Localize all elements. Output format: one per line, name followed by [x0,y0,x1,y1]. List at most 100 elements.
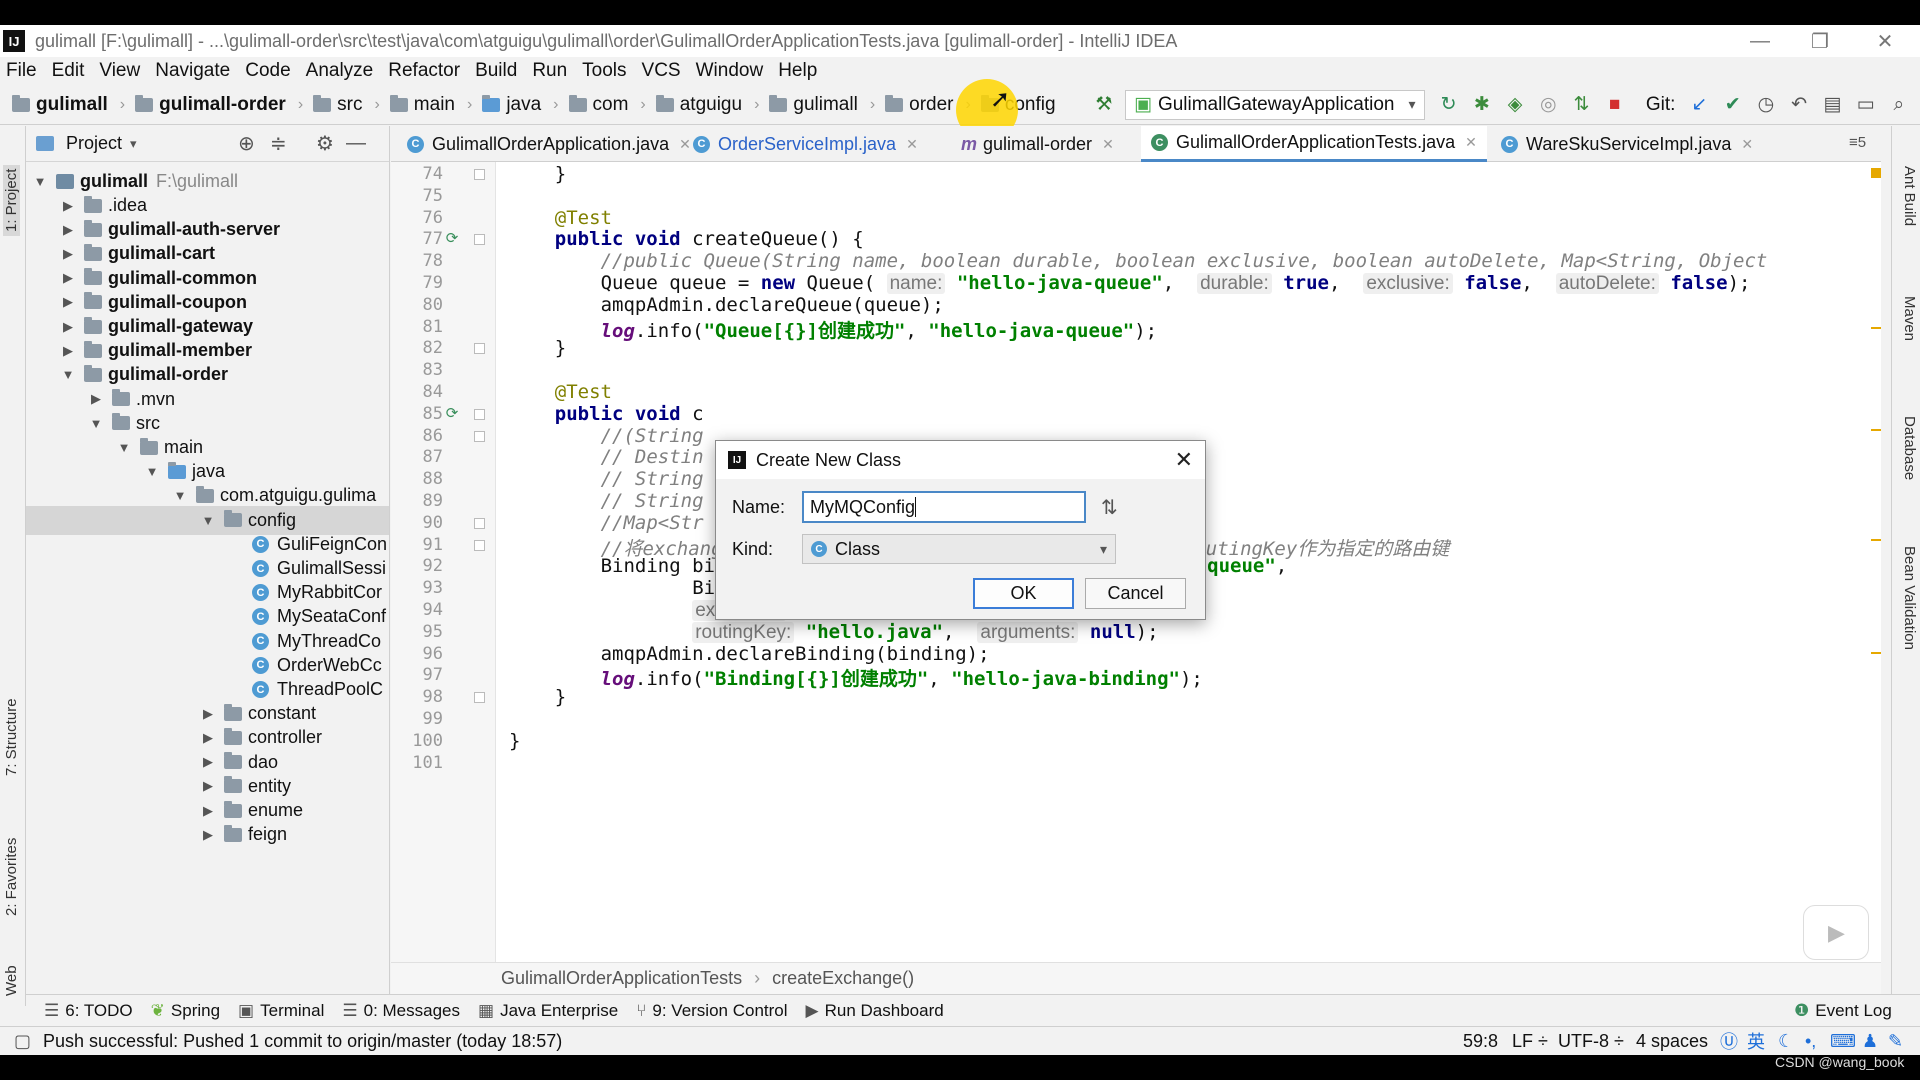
toolwin-terminal[interactable]: ▣ Terminal [238,1001,324,1021]
chevron-down-icon[interactable]: ▼ [144,464,160,479]
chevron-right-icon[interactable]: ▶ [60,294,76,310]
tab-gulimall-order-application[interactable]: C GulimallOrderApplication.java ✕ [397,126,701,162]
breadcrumb-method[interactable]: createExchange() [772,968,914,989]
status-toggle-icon[interactable]: ▢ [14,1031,31,1052]
locate-icon[interactable]: ⊕ [238,131,255,156]
rerun-icon[interactable]: ↻ [1437,91,1461,119]
keyboard-icon[interactable]: ⌨ [1830,1031,1856,1052]
fold-marker-icon[interactable] [474,430,485,442]
gear-icon[interactable]: ⚙ [316,131,334,156]
fold-marker-icon[interactable] [474,408,485,420]
menu-navigate[interactable]: Navigate [155,60,230,82]
run-test-icon[interactable]: ⟳ [443,229,461,247]
chevron-right-icon[interactable]: ▶ [200,827,216,843]
project-structure-icon[interactable]: ▤ [1820,91,1844,119]
status-message[interactable]: Push successful: Pushed 1 commit to orig… [43,1031,562,1052]
nav-crumb-src[interactable]: src [313,94,362,116]
chevron-right-icon[interactable]: ▶ [88,391,104,407]
hide-panel-icon[interactable]: — [346,132,366,155]
tree-folder-item[interactable]: ▶ feign [200,820,287,849]
warning-marker[interactable] [1871,652,1881,654]
chevron-right-icon[interactable]: ▶ [60,246,76,262]
nav-crumb-gulimall-order[interactable]: gulimall-order [135,94,286,116]
chevron-right-icon[interactable]: ▶ [200,778,216,794]
menu-analyze[interactable]: Analyze [306,60,374,82]
sort-updown-icon[interactable]: ⇅ [1101,495,1118,520]
cancel-button[interactable]: Cancel [1085,578,1186,609]
chevron-right-icon[interactable]: ▶ [200,706,216,722]
close-tab-icon[interactable]: ✕ [1741,136,1753,153]
ime-language[interactable]: 英 [1747,1028,1765,1054]
menu-refactor[interactable]: Refactor [388,60,460,82]
nav-crumb-main[interactable]: main [389,94,455,116]
wrench-icon[interactable]: ✎ [1888,1031,1903,1052]
menu-vcs[interactable]: VCS [642,60,681,82]
indent-setting[interactable]: 4 spaces [1636,1031,1708,1052]
stripe-ant-build[interactable]: Ant Build [1901,166,1918,226]
nav-crumb-gulimall[interactable]: gulimall [12,94,108,116]
warning-marker[interactable] [1871,429,1881,431]
fold-marker-icon[interactable] [474,692,485,704]
fold-marker-icon[interactable] [474,539,485,551]
file-encoding[interactable]: UTF-8 ÷ [1558,1031,1624,1052]
git-update-icon[interactable]: ↙ [1687,91,1711,119]
chevron-right-icon[interactable]: ▶ [60,319,76,335]
chevron-right-icon[interactable]: ▶ [60,222,76,238]
presentation-icon[interactable]: ▭ [1854,91,1878,119]
punctuation-icon[interactable]: •, [1805,1031,1816,1052]
chevron-down-icon[interactable]: ▼ [172,488,188,503]
collapse-all-icon[interactable]: ≑ [270,131,287,156]
close-window-icon[interactable]: ✕ [1855,25,1915,57]
inspection-status-icon[interactable] [1871,168,1881,178]
fold-marker-icon[interactable] [474,517,485,529]
toolwin-spring[interactable]: ❦ Spring [151,1001,220,1021]
git-rollback-icon[interactable]: ↶ [1787,91,1811,119]
stripe-project[interactable]: 1: Project [3,164,20,236]
toolwin-todo[interactable]: ☰ 6: TODO [44,1001,133,1021]
minimize-icon[interactable]: — [1730,25,1790,57]
git-commit-icon[interactable]: ✔ [1721,91,1745,119]
menu-build[interactable]: Build [475,60,517,82]
fold-marker-icon[interactable] [474,343,485,355]
close-tab-icon[interactable]: ✕ [1465,134,1477,151]
nav-crumb-atguigu[interactable]: atguigu [655,94,742,116]
tab-gulimall-order-pom[interactable]: m gulimall-order ✕ [951,126,1124,162]
warning-marker[interactable] [1871,539,1881,541]
toolwin-java-enterprise[interactable]: ▦ Java Enterprise [478,1001,618,1021]
user-icon[interactable]: ♟ [1862,1031,1878,1052]
ok-button[interactable]: OK [973,578,1074,609]
build-hammer-icon[interactable]: ⚒ [1092,91,1116,119]
menu-edit[interactable]: Edit [52,60,85,82]
chevron-right-icon[interactable]: ▶ [200,730,216,746]
chevron-down-icon[interactable]: ▼ [88,416,104,431]
stripe-web[interactable]: Web [3,965,20,996]
nav-crumb-java[interactable]: java [482,94,541,116]
toolwin-messages[interactable]: ☰ 0: Messages [342,1001,460,1021]
chevron-right-icon[interactable]: ▶ [200,754,216,770]
line-separator[interactable]: LF ÷ [1512,1031,1548,1052]
chevron-down-icon[interactable]: ▼ [60,367,76,382]
reload-classes-icon[interactable]: ⇅ [1569,91,1593,119]
tabs-overflow[interactable]: ≡5 [1849,134,1866,151]
close-tab-icon[interactable]: ✕ [1102,136,1114,153]
kind-select[interactable]: C Class ▾ [802,534,1116,564]
tab-gulimall-order-application-tests[interactable]: C GulimallOrderApplicationTests.java ✕ [1141,126,1487,162]
run-configuration-select[interactable]: ▣ GulimallGatewayApplication ▾ [1124,89,1425,120]
menu-run[interactable]: Run [532,60,567,82]
chevron-down-icon[interactable]: ▼ [200,513,216,528]
tab-ware-sku-service-impl[interactable]: C WareSkuServiceImpl.java ✕ [1491,126,1763,162]
menu-code[interactable]: Code [245,60,290,82]
menu-tools[interactable]: Tools [582,60,626,82]
chevron-down-icon[interactable]: ▾ [130,136,137,152]
git-history-icon[interactable]: ◷ [1754,91,1778,119]
stripe-database[interactable]: Database [1901,416,1918,480]
breadcrumb-class[interactable]: GulimallOrderApplicationTests [501,968,742,989]
restore-icon[interactable]: ❐ [1790,25,1850,57]
chevron-right-icon[interactable]: ▶ [60,270,76,286]
tab-order-service-impl[interactable]: C OrderServiceImpl.java ✕ [683,126,928,162]
warning-marker[interactable] [1871,327,1881,329]
stripe-maven[interactable]: Maven [1901,296,1918,341]
class-name-input[interactable]: MyMQConfig [802,491,1086,523]
nav-crumb-com[interactable]: com [568,94,628,116]
toolwin-run-dashboard[interactable]: ▶ Run Dashboard [806,1001,944,1021]
